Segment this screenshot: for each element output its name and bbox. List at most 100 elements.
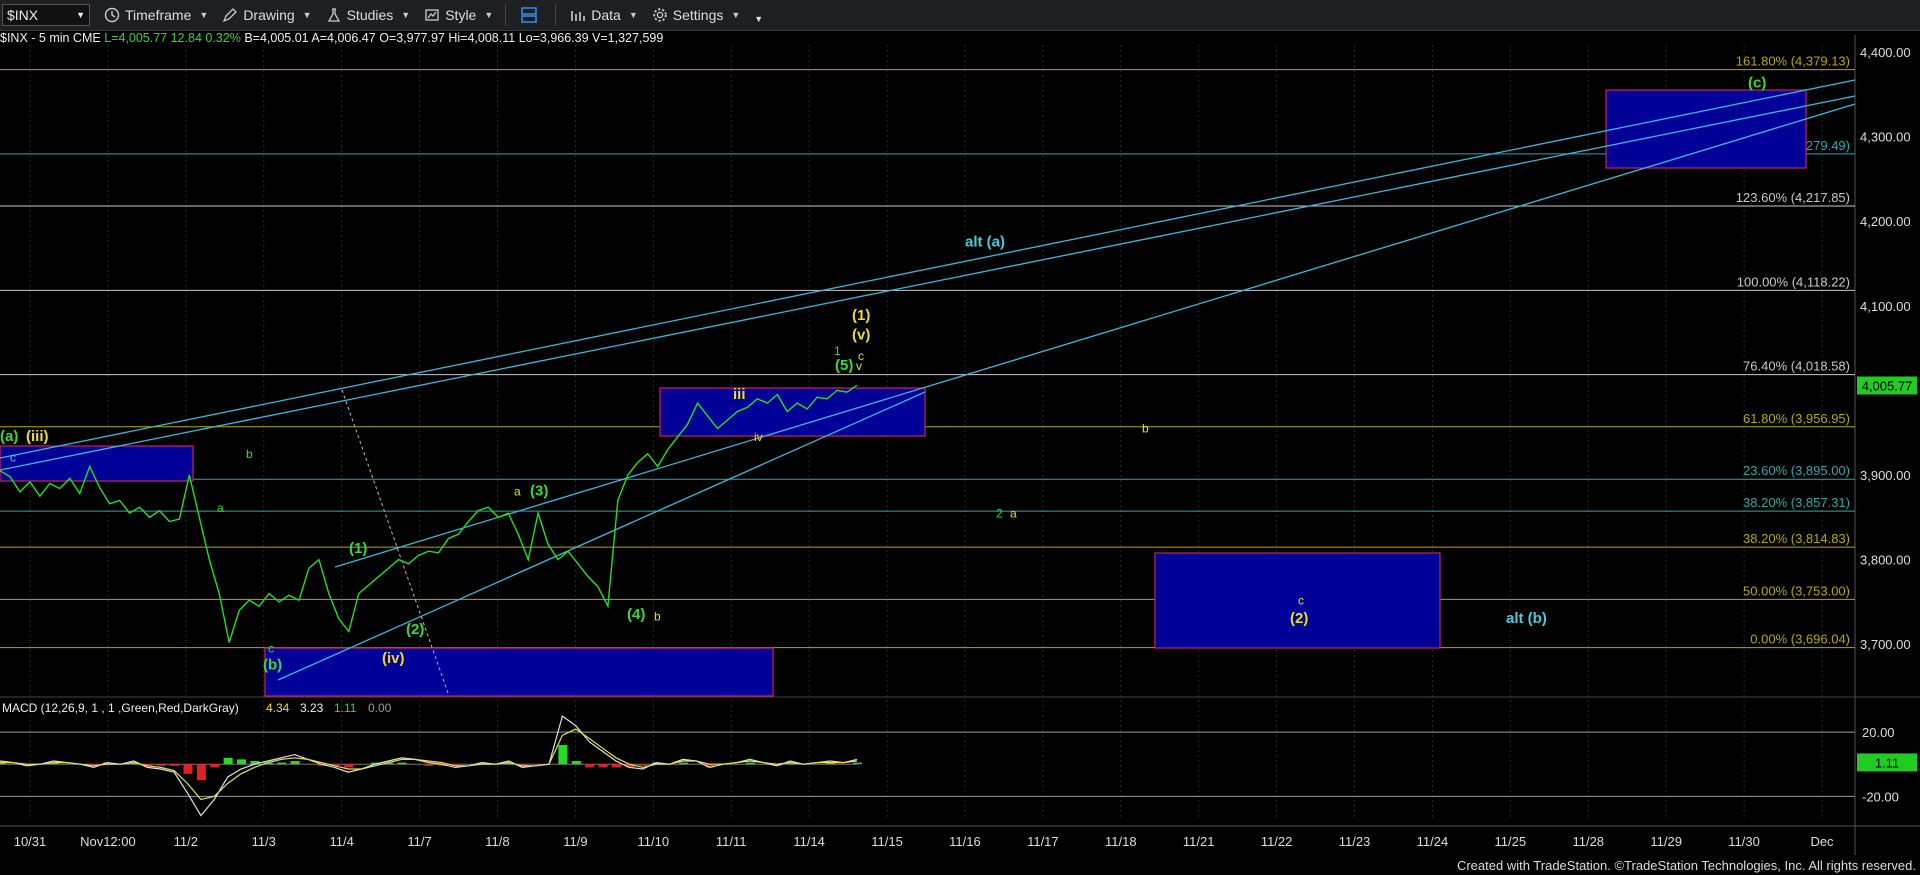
target-box bbox=[1605, 89, 1807, 169]
date-tick-label: 11/16 bbox=[949, 834, 981, 849]
fib-level-label: 38.20% (3,814.83) bbox=[1743, 531, 1850, 546]
wave-label: a bbox=[1010, 506, 1017, 520]
wave-label: (1) bbox=[852, 307, 870, 324]
wave-label: c bbox=[10, 450, 16, 464]
date-tick-label: 11/10 bbox=[638, 834, 670, 849]
wave-label: a bbox=[217, 501, 224, 515]
macd-histogram-bar bbox=[170, 764, 180, 766]
wave-label: (3) bbox=[530, 482, 548, 499]
macd-histogram-bar bbox=[156, 764, 166, 766]
macd-histogram-bar bbox=[237, 759, 247, 765]
wave-label: (2) bbox=[406, 621, 424, 638]
trend-line bbox=[0, 79, 1856, 459]
date-tick-label: 10/31 bbox=[14, 834, 47, 849]
macd-histogram-bar bbox=[290, 761, 300, 765]
wave-label: (c) bbox=[1748, 74, 1766, 91]
macd-tick-label: 20.00 bbox=[1862, 725, 1895, 740]
wave-label: c bbox=[268, 642, 274, 656]
macd-last-label: 1.11 bbox=[1875, 755, 1899, 770]
macd-histogram-bar bbox=[196, 764, 206, 781]
wave-label: c bbox=[858, 349, 864, 363]
fib-level-label: 61.80% (3,956.95) bbox=[1743, 411, 1850, 426]
fib-level-label: 123.60% (4,217.85) bbox=[1736, 190, 1850, 205]
date-tick-label: 11/21 bbox=[1183, 834, 1215, 849]
fib-level-label: 161.80% (4,379.13) bbox=[1736, 54, 1850, 69]
fib-level-label: 100.00% (4,118.22) bbox=[1737, 274, 1850, 289]
wave-label: 2 bbox=[996, 506, 1003, 520]
trend-line bbox=[277, 391, 926, 681]
macd-histogram-bar bbox=[223, 757, 233, 765]
date-tick-label: 11/3 bbox=[252, 834, 276, 849]
wave-label: iii bbox=[733, 386, 746, 403]
price-tick-label: 3,800.00 bbox=[1860, 553, 1911, 568]
macd-tick-label: -20.00 bbox=[1862, 789, 1899, 804]
date-tick-label: 11/25 bbox=[1495, 834, 1527, 849]
wave-label: (v) bbox=[852, 327, 870, 344]
wave-label: c bbox=[1298, 593, 1304, 607]
wave-label: (2) bbox=[1290, 610, 1308, 627]
price-tick-label: 3,900.00 bbox=[1860, 468, 1911, 483]
macd-histogram-bar bbox=[344, 764, 354, 768]
macd-value: 3.23 bbox=[300, 701, 324, 715]
date-tick-label: 11/30 bbox=[1728, 834, 1760, 849]
macd-value: 1.11 bbox=[334, 701, 357, 715]
date-tick-label: 11/29 bbox=[1650, 834, 1682, 849]
date-tick-label: 11/18 bbox=[1105, 834, 1137, 849]
date-tick-label: 11/28 bbox=[1572, 834, 1604, 849]
fib-level-label: 76.40% (4,018.58) bbox=[1743, 359, 1850, 374]
macd-histogram-bar bbox=[745, 762, 755, 765]
date-tick-label: 11/4 bbox=[329, 834, 353, 849]
fib-level-label: 0.00% (3,696.04) bbox=[1750, 632, 1850, 647]
wave-label: (1) bbox=[349, 540, 367, 557]
date-tick-label: Dec bbox=[1810, 834, 1834, 849]
wave-label: (iv) bbox=[382, 650, 405, 667]
price-tick-label: 4,400.00 bbox=[1860, 45, 1911, 60]
wave-label: (4) bbox=[627, 606, 645, 623]
wave-label: iv bbox=[754, 430, 763, 444]
date-tick-label: 11/22 bbox=[1261, 834, 1293, 849]
wave-label: b bbox=[654, 610, 661, 624]
trend-line bbox=[334, 103, 1856, 568]
macd-histogram-bar bbox=[183, 764, 193, 774]
trend-line bbox=[0, 95, 1856, 471]
macd-histogram-bar bbox=[397, 762, 407, 765]
macd-histogram-bar bbox=[424, 764, 434, 766]
macd-line bbox=[0, 715, 858, 817]
last-price-label: 4,005.77 bbox=[1862, 379, 1913, 394]
price-tick-label: 4,300.00 bbox=[1860, 130, 1911, 145]
macd-value: 4.34 bbox=[266, 701, 290, 715]
date-tick-label: 11/23 bbox=[1339, 834, 1371, 849]
macd-histogram-bar bbox=[585, 764, 595, 768]
target-box bbox=[264, 647, 774, 697]
fib-level-label: 38.20% (3,857.31) bbox=[1743, 495, 1850, 510]
target-box bbox=[0, 445, 194, 482]
macd-histogram-bar bbox=[277, 762, 287, 765]
date-tick-label: 11/15 bbox=[871, 834, 903, 849]
date-tick-label: 11/14 bbox=[793, 834, 825, 849]
date-tick-label: 11/24 bbox=[1417, 834, 1449, 849]
wave-label: b bbox=[246, 447, 253, 461]
macd-histogram-bar bbox=[853, 762, 862, 765]
wave-label: a bbox=[514, 484, 521, 498]
fib-level-label: 23.60% (3,895.00) bbox=[1743, 463, 1850, 478]
date-tick-label: Nov12:00 bbox=[80, 834, 136, 849]
wave-label: b bbox=[1142, 422, 1149, 436]
wave-label: (b) bbox=[263, 657, 282, 674]
fib-level-label: 50.00% (3,753.00) bbox=[1743, 583, 1850, 598]
wave-label: (a) bbox=[0, 428, 18, 445]
date-tick-label: 11/8 bbox=[485, 834, 509, 849]
date-tick-label: 11/2 bbox=[174, 834, 198, 849]
macd-histogram-bar bbox=[598, 764, 608, 768]
macd-label: MACD (12,26,9, 1 , 1 ,Green,Red,DarkGray… bbox=[2, 701, 239, 715]
target-box bbox=[659, 387, 926, 437]
price-tick-label: 3,700.00 bbox=[1860, 637, 1911, 652]
footer-copyright: Created with TradeStation. ©TradeStation… bbox=[1456, 858, 1916, 873]
price-chart[interactable]: 10/31 Nov12:00 11/2 11/3 11/4 11/7 11/8 11/9 11/… bbox=[0, 0, 1920, 855]
date-tick-label: 11/7 bbox=[407, 834, 431, 849]
wave-label: alt (b) bbox=[1506, 610, 1547, 627]
macd-histogram-bar bbox=[678, 762, 688, 765]
date-tick-label: 11/9 bbox=[563, 834, 587, 849]
wave-label: (5) bbox=[835, 357, 853, 374]
wave-label: 1 bbox=[834, 344, 841, 358]
wave-label: alt (a) bbox=[965, 234, 1005, 251]
